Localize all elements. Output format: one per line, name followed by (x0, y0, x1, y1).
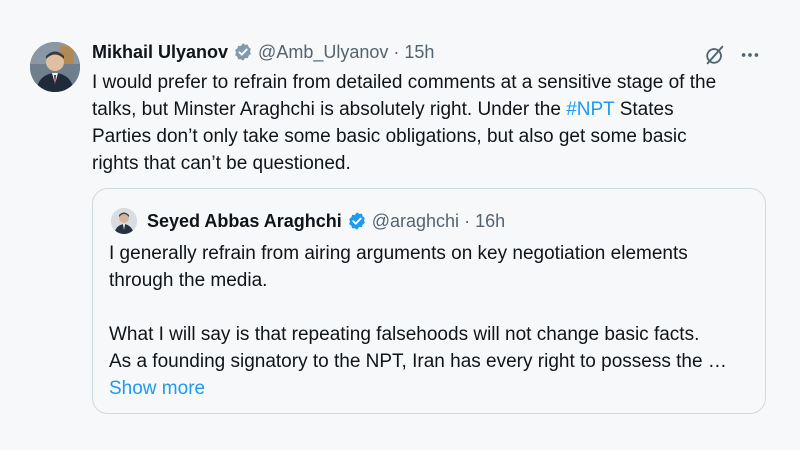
verified-badge-icon (233, 42, 253, 62)
verified-badge-icon (347, 211, 367, 231)
quoted-header: Seyed Abbas Araghchi @araghchi · 16h (147, 209, 505, 233)
tweet-text: I would prefer to refrain from detailed … (92, 69, 772, 177)
quoted-author-handle[interactable]: @araghchi (372, 209, 459, 233)
tweet-header: Mikhail Ulyanov @Amb_Ulyanov · 15h (92, 40, 434, 64)
quoted-text-line: I generally refrain from airing argument… (109, 243, 688, 264)
separator-dot: · (464, 211, 471, 231)
quoted-text-line: through the media. (109, 270, 268, 291)
quoted-tweet[interactable]: Seyed Abbas Araghchi @araghchi · 16h I g… (92, 188, 766, 414)
more-options-icon[interactable] (738, 43, 762, 67)
separator-dot: · (393, 42, 400, 62)
author-name[interactable]: Mikhail Ulyanov (92, 40, 228, 64)
quoted-text-line: As a founding signatory to the NPT, Iran… (109, 351, 727, 372)
quoted-avatar[interactable] (111, 208, 137, 234)
timestamp[interactable]: 15h (404, 40, 434, 64)
tweet-text-segment: States (614, 99, 674, 120)
tweet-text-line: talks, but Minster Araghchi is absolutel… (92, 96, 772, 123)
tweet-text-line: I would prefer to refrain from detailed … (92, 72, 717, 93)
quoted-text: I generally refrain from airing argument… (109, 240, 759, 402)
grok-icon[interactable] (703, 43, 727, 67)
tweet-text-line: rights that can’t be questioned. (92, 153, 351, 174)
tweet[interactable]: Mikhail Ulyanov @Amb_Ulyanov · 15h I wou… (0, 0, 800, 450)
quoted-text-line: What I will say is that repeating falseh… (109, 324, 700, 345)
tweet-text-line: Parties don’t only take some basic oblig… (92, 126, 687, 147)
tweet-text-segment: talks, but Minster Araghchi is absolutel… (92, 99, 567, 120)
avatar[interactable] (30, 42, 80, 92)
quoted-timestamp[interactable]: 16h (475, 209, 505, 233)
author-handle[interactable]: @Amb_Ulyanov (258, 40, 388, 64)
hashtag-link[interactable]: #NPT (566, 99, 614, 120)
quoted-author-name[interactable]: Seyed Abbas Araghchi (147, 209, 342, 233)
show-more-link[interactable]: Show more (109, 375, 759, 402)
